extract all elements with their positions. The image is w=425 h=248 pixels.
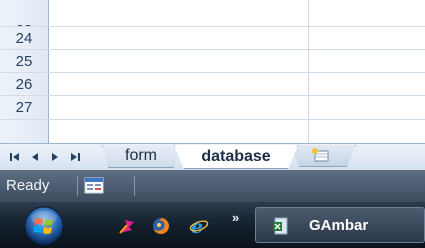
taskbar-window-label: GAmbar <box>309 217 369 234</box>
cell[interactable] <box>309 73 425 95</box>
table-row <box>0 120 425 143</box>
quick-launch-overflow-button[interactable]: » <box>232 210 239 225</box>
cell[interactable] <box>49 120 309 143</box>
status-text: Ready <box>6 177 50 194</box>
cell[interactable] <box>309 27 425 49</box>
row-header[interactable]: 27 <box>0 96 49 119</box>
status-divider <box>77 176 78 196</box>
last-sheet-icon[interactable] <box>66 148 84 166</box>
row-header[interactable]: 23 <box>0 0 49 26</box>
taskbar: e » GAmbar <box>0 202 425 248</box>
svg-text:e: e <box>191 216 203 236</box>
windows-start-icon[interactable] <box>24 206 64 246</box>
table-row: 24 <box>0 27 425 50</box>
table-row: 25 <box>0 50 425 73</box>
row-number: 27 <box>15 99 33 116</box>
first-sheet-icon[interactable] <box>6 148 24 166</box>
status-bar: Ready <box>0 170 425 202</box>
cell[interactable] <box>49 50 309 72</box>
row-number: 25 <box>15 52 33 70</box>
cell[interactable] <box>49 96 309 119</box>
tab-database[interactable]: database <box>174 145 298 169</box>
row-header[interactable]: 24 <box>0 27 49 49</box>
cell[interactable] <box>309 96 425 119</box>
row-number: 26 <box>15 75 33 93</box>
row-number: 24 <box>15 29 33 47</box>
taskbar-window-button[interactable]: GAmbar <box>255 207 425 243</box>
firefox-icon[interactable] <box>151 216 171 236</box>
row-header[interactable] <box>0 120 49 143</box>
row-header[interactable]: 26 <box>0 73 49 95</box>
table-row: 23 <box>0 0 425 27</box>
row-number: 23 <box>16 22 33 26</box>
prev-sheet-icon[interactable] <box>26 148 44 166</box>
cell[interactable] <box>49 0 309 26</box>
cell[interactable] <box>309 120 425 143</box>
cell[interactable] <box>49 73 309 95</box>
status-divider <box>134 176 135 196</box>
insert-sheet-button[interactable] <box>290 145 356 167</box>
next-sheet-icon[interactable] <box>46 148 64 166</box>
cell[interactable] <box>49 27 309 49</box>
record-macro-icon[interactable] <box>84 177 104 194</box>
sheet-tab-bar: form database <box>0 143 425 170</box>
insert-sheet-icon <box>312 148 329 162</box>
cell[interactable] <box>309 0 425 26</box>
winamp-icon[interactable] <box>117 216 137 236</box>
cell[interactable] <box>309 50 425 72</box>
tab-label: form <box>125 147 157 164</box>
tab-label: database <box>201 147 271 165</box>
spreadsheet-grid[interactable]: 23 24 25 26 27 <box>0 0 425 143</box>
table-row: 27 <box>0 96 425 120</box>
excel-document-icon <box>273 217 288 235</box>
tab-form[interactable]: form <box>102 145 180 168</box>
internet-explorer-icon[interactable]: e <box>189 216 209 236</box>
row-header[interactable]: 25 <box>0 50 49 72</box>
table-row: 26 <box>0 73 425 96</box>
